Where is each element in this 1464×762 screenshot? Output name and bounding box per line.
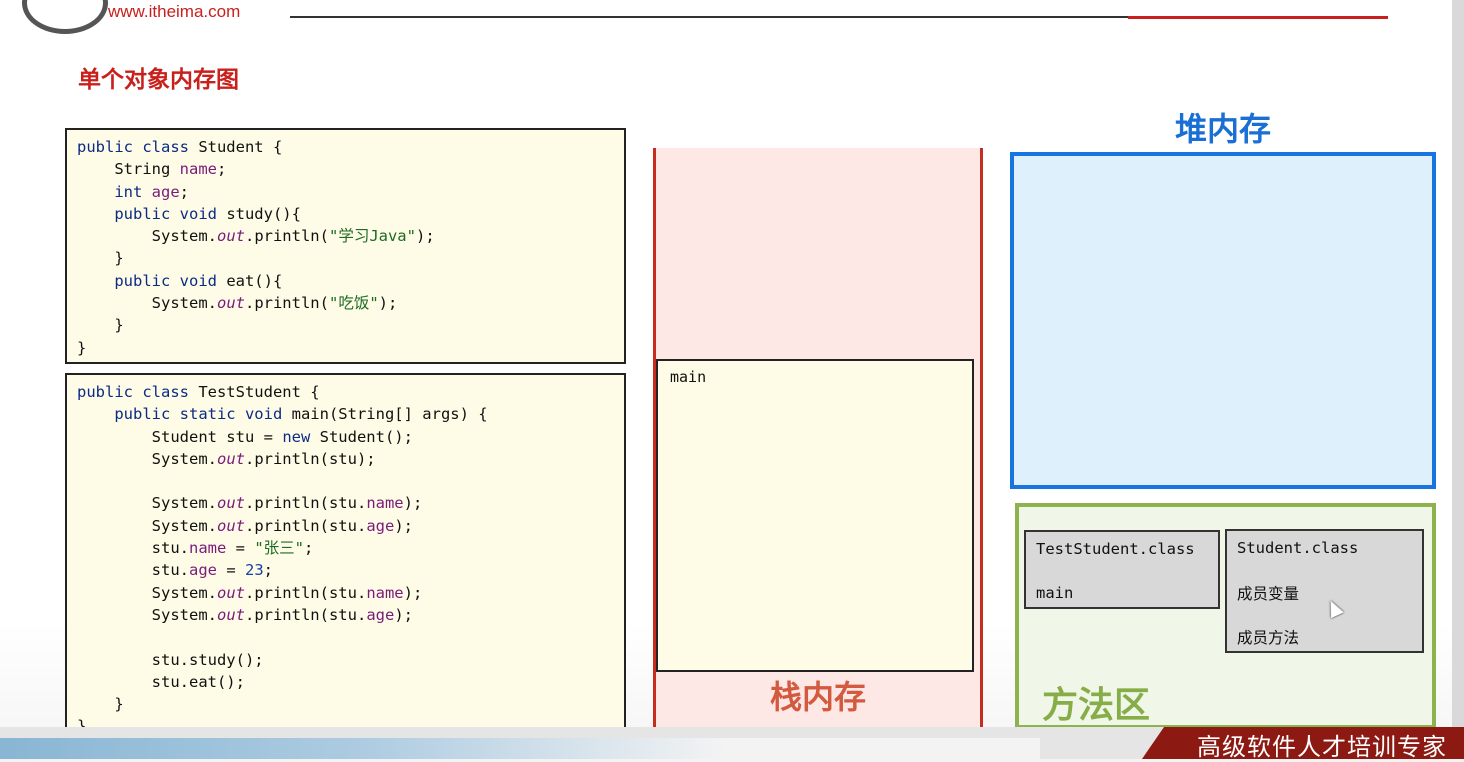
code-line: } xyxy=(77,316,124,335)
code-line: stu.eat(); xyxy=(77,672,245,691)
code-line: System.out.println(stu.name); xyxy=(77,583,423,602)
header-accent-line xyxy=(1128,16,1388,19)
method-area-title: 方法区 xyxy=(1042,685,1151,726)
student-class-box: Student.class 成员变量 成员方法 xyxy=(1225,529,1424,653)
code-line: } xyxy=(77,338,87,357)
test-student-code: public class TestStudent { public static… xyxy=(65,373,626,741)
main-stack-frame: main xyxy=(656,359,974,672)
heap-memory xyxy=(1010,152,1436,489)
code-line: public void eat(){ xyxy=(77,271,283,290)
code-line: public void study(){ xyxy=(77,204,301,223)
test-student-class-box: TestStudent.class main xyxy=(1024,530,1220,609)
student-class-code: public class Student { String name; int … xyxy=(65,128,626,364)
window-edge xyxy=(1452,0,1464,759)
code-line: System.out.println(stu.age); xyxy=(77,605,413,624)
footer-slogan: 高级软件人才培训专家 xyxy=(1197,733,1447,761)
code-line: stu.name = "张三"; xyxy=(77,539,314,558)
code-line: stu.age = 23; xyxy=(77,561,273,580)
code-line: } xyxy=(77,695,124,714)
slide: www.itheima.com 单个对象内存图 public class Stu… xyxy=(0,0,1464,761)
class-method: main xyxy=(1036,584,1074,602)
code-line: public class Student { xyxy=(77,138,283,156)
logo-icon xyxy=(22,0,108,34)
code-line: public class TestStudent { xyxy=(77,383,320,401)
code-line: Student stu = new Student(); xyxy=(77,427,413,446)
code-line: int age; xyxy=(77,182,190,201)
slide-title: 单个对象内存图 xyxy=(78,67,239,93)
site-url: www.itheima.com xyxy=(108,2,241,21)
code-line: System.out.println(stu.age); xyxy=(77,516,413,535)
class-name: Student.class xyxy=(1237,539,1359,557)
code-listing: public class Student { String name; int … xyxy=(67,130,624,365)
frame-label: main xyxy=(670,368,707,386)
code-listing: public class TestStudent { public static… xyxy=(67,375,624,744)
footer-decoration xyxy=(0,738,1040,759)
member-variables: 成员变量 xyxy=(1237,585,1300,603)
code-line: String name; xyxy=(77,160,227,179)
code-line: System.out.println("吃饭"); xyxy=(77,294,398,313)
code-line: stu.study(); xyxy=(77,650,264,669)
code-line: public static void main(String[] args) { xyxy=(77,405,488,424)
heap-memory-title: 堆内存 xyxy=(1174,110,1271,148)
code-line: System.out.println("学习Java"); xyxy=(77,227,435,246)
stack-memory-title: 栈内存 xyxy=(769,678,866,716)
code-line: System.out.println(stu.name); xyxy=(77,494,423,513)
class-name: TestStudent.class xyxy=(1036,540,1195,558)
code-line: System.out.println(stu); xyxy=(77,449,376,468)
member-methods: 成员方法 xyxy=(1237,629,1300,647)
code-line: } xyxy=(77,249,124,268)
